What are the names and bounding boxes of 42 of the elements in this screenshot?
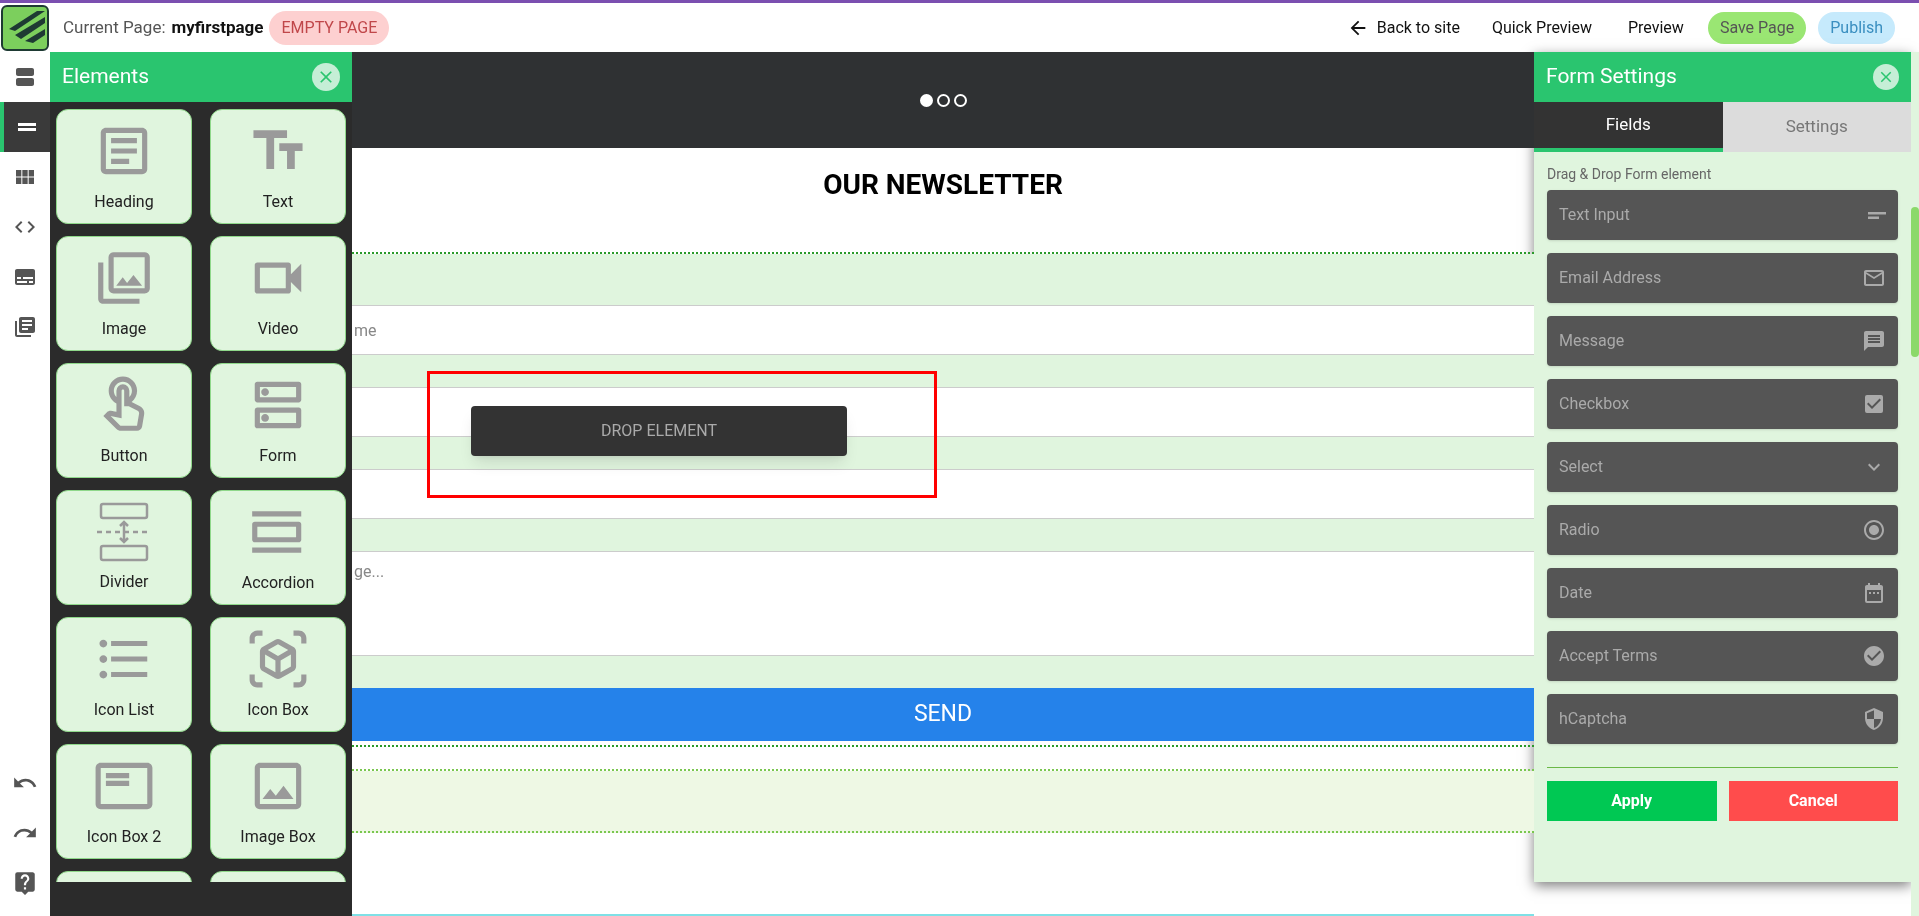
newsletter-heading: OUR NEWSLETTER [823, 167, 1063, 203]
send-button[interactable]: SEND [352, 688, 1534, 741]
shield-icon [1862, 707, 1886, 731]
drop-element-tooltip: DROP ELEMENT [471, 406, 847, 456]
input-field[interactable] [352, 469, 1534, 519]
element-tile[interactable]: Accordion [210, 490, 346, 605]
scrollbar-thumb[interactable] [1911, 207, 1919, 357]
help-icon[interactable] [12, 870, 38, 896]
panel-title: Elements [62, 63, 150, 91]
library-icon [13, 315, 37, 339]
element-tile[interactable]: Divider [56, 490, 192, 605]
preview-link[interactable]: Preview [1615, 11, 1696, 44]
element-tile[interactable]: Icon Box 2 [56, 744, 192, 859]
input-field[interactable]: me [352, 305, 1534, 355]
message-field[interactable]: ge... [352, 551, 1534, 656]
element-tile[interactable]: Icon List [56, 617, 192, 732]
back-link[interactable]: Back to site [1346, 15, 1460, 40]
current-page-label: Current Page: [63, 15, 166, 39]
short-text-icon [1868, 211, 1886, 219]
double-bar-icon [18, 123, 36, 131]
drag-hint: Drag & Drop Form element [1547, 165, 1713, 184]
element-tile[interactable]: Heading [56, 109, 192, 224]
element-tile[interactable]: Image [56, 236, 192, 351]
radio-icon [1862, 518, 1886, 542]
save-button[interactable]: Save Page [1707, 11, 1807, 44]
element-tile[interactable]: Icon Box [210, 617, 346, 732]
panel-tab[interactable]: Fields [1534, 102, 1723, 152]
status-badge: EMPTY PAGE [269, 10, 390, 45]
rows-icon [13, 65, 37, 89]
calendar-icon [1862, 581, 1886, 605]
element-tile[interactable]: Button [56, 363, 192, 478]
preview-link[interactable]: Quick Preview [1479, 11, 1604, 44]
logo[interactable] [1, 4, 49, 51]
element-tile[interactable]: Image Box [210, 744, 346, 859]
element-tile[interactable]: Form [210, 363, 346, 478]
rail-button[interactable] [0, 102, 50, 152]
chat-bubble-icon [1862, 329, 1886, 353]
checkbox-icon [1862, 392, 1886, 416]
panel-title: Form Settings [1546, 63, 1677, 91]
element-tile[interactable]: Video [210, 236, 346, 351]
page-name: myfirstpage [171, 15, 264, 39]
element-tile[interactable]: Text [210, 109, 346, 224]
